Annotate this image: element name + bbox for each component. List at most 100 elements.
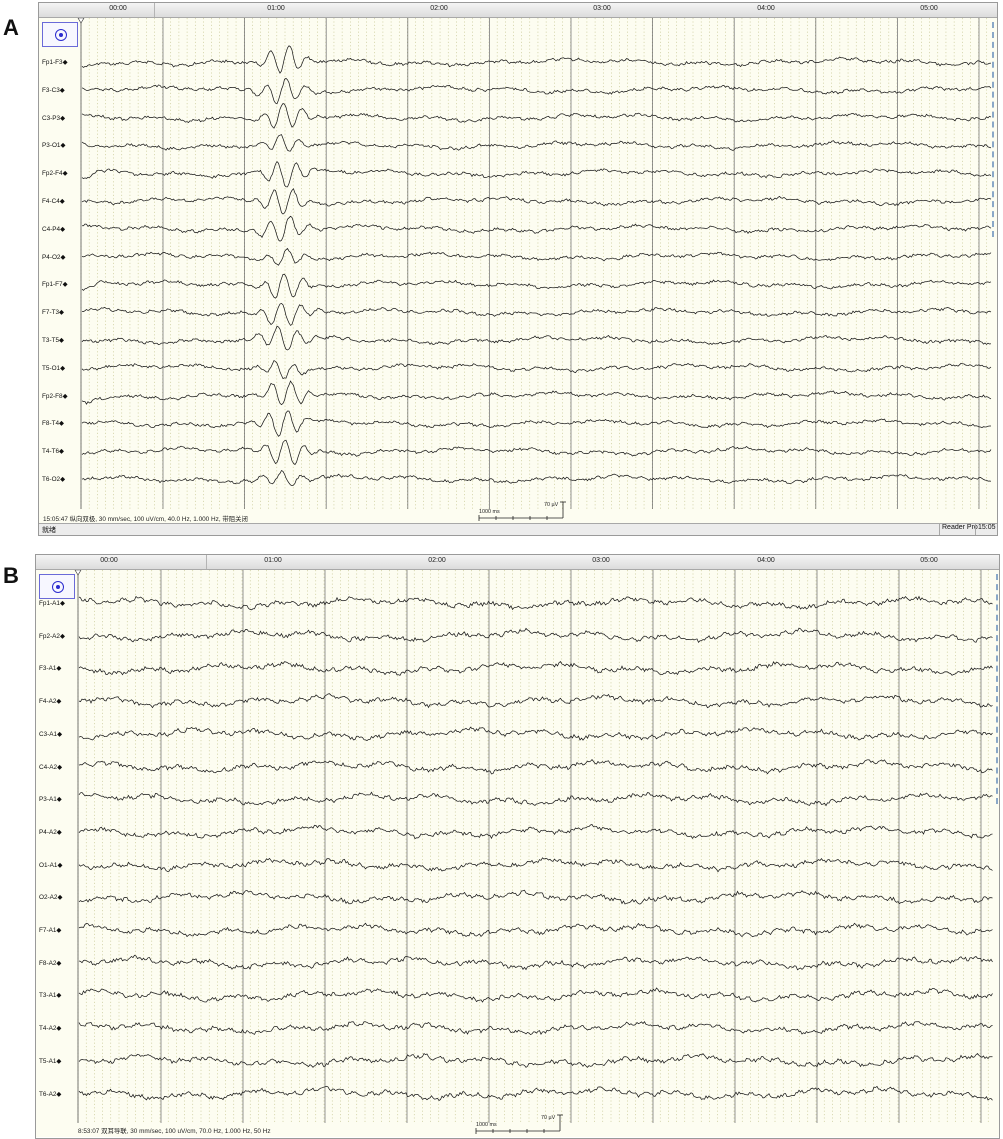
eeg-trace <box>78 1085 993 1102</box>
eeg-traces <box>74 570 993 1123</box>
channel-label[interactable]: P3-A1◆ <box>39 795 62 803</box>
channel-label[interactable]: Fp2-F4◆ <box>42 169 68 177</box>
time-tick: 01:00 <box>264 557 282 564</box>
channel-label[interactable]: F4-A2◆ <box>39 697 61 705</box>
channel-label[interactable]: F3-C3◆ <box>42 86 65 94</box>
panel-label-a: A <box>3 15 19 40</box>
time-tick: 05:00 <box>920 5 938 12</box>
time-ruler[interactable]: 00:00 01:00 02:00 03:00 04:00 05:00 <box>39 3 997 18</box>
trace-area[interactable]: Fp1-F3◆ F3-C3◆ C3-P3◆ P3-O1◆ Fp2-F4◆ F4-C4◆ C4… <box>39 18 997 523</box>
eeg-trace <box>82 215 992 242</box>
triangle-marker-icon <box>74 570 82 576</box>
time-tick: 00:00 <box>100 557 118 564</box>
eeg-trace <box>81 45 992 74</box>
eeg-trace <box>81 247 992 266</box>
grid-lines <box>80 18 988 509</box>
scale-time-label: 1000 ms <box>479 509 500 515</box>
channel-label[interactable]: T5-A1◆ <box>39 1057 61 1065</box>
time-tick: 04:00 <box>757 5 775 12</box>
display-settings-button[interactable] <box>42 22 78 47</box>
channel-label[interactable]: Fp1-F3◆ <box>42 58 68 66</box>
eeg-trace <box>78 759 993 775</box>
channel-label[interactable]: C4-A2◆ <box>39 763 62 771</box>
channel-label[interactable]: T5-O1◆ <box>42 364 65 372</box>
time-tick: 05:00 <box>920 557 938 564</box>
channel-label[interactable]: T4-A2◆ <box>39 1024 61 1032</box>
status-reader: Reader Pro <box>939 524 978 535</box>
status-clock: 15:05 <box>975 524 996 535</box>
channel-label[interactable]: C3-A1◆ <box>39 730 62 738</box>
channel-label[interactable]: Fp1-F7◆ <box>42 280 68 288</box>
channel-label[interactable]: F7-A1◆ <box>39 926 61 934</box>
scale-amplitude-label: 70 µV <box>544 502 559 508</box>
status-text: 就绪 <box>42 527 56 534</box>
eeg-trace <box>81 380 992 406</box>
eeg-viewer-a: 00:00 01:00 02:00 03:00 04:00 05:00 Fp1-… <box>38 2 998 536</box>
grid-lines <box>77 570 989 1123</box>
channel-label[interactable]: Fp2-F8◆ <box>42 392 68 400</box>
panel-label-b: B <box>3 563 19 588</box>
channel-label[interactable]: F4-C4◆ <box>42 197 65 205</box>
eeg-trace <box>81 160 992 188</box>
eeg-trace <box>81 103 992 129</box>
time-ruler[interactable]: 00:00 01:00 02:00 03:00 04:00 05:00 <box>36 555 999 570</box>
channel-label[interactable]: Fp2-A2◆ <box>39 632 65 640</box>
eeg-trace <box>78 922 993 938</box>
time-tick: 04:00 <box>757 557 775 564</box>
channel-label[interactable]: T3-A1◆ <box>39 991 61 999</box>
channel-label[interactable]: T4-T6◆ <box>42 447 64 455</box>
triangle-marker-icon <box>77 18 85 24</box>
time-tick: 01:00 <box>267 5 285 12</box>
channel-label[interactable]: P3-O1◆ <box>42 141 65 149</box>
eeg-trace <box>81 188 992 215</box>
channel-label[interactable]: F8-A2◆ <box>39 959 61 967</box>
eeg-trace <box>78 693 993 709</box>
channel-label[interactable]: T6-A2◆ <box>39 1090 61 1098</box>
channel-label[interactable]: F7-T3◆ <box>42 308 64 316</box>
channel-label[interactable]: Fp1-A1◆ <box>39 599 65 607</box>
channel-label[interactable]: P4-O2◆ <box>42 253 65 261</box>
eeg-trace <box>81 410 991 437</box>
channel-label[interactable]: O1-A1◆ <box>39 861 62 869</box>
eeg-trace <box>81 439 992 466</box>
recording-info: 15:05:47 纵向双极, 30 mm/sec, 100 uV/cm, 40.… <box>43 516 248 523</box>
scale-amplitude-label: 70 µV <box>541 1115 556 1121</box>
eeg-trace <box>81 134 992 152</box>
eeg-trace <box>78 791 993 807</box>
eeg-traces <box>77 18 992 509</box>
channel-label[interactable]: C3-P3◆ <box>42 114 65 122</box>
channel-label[interactable]: C4-P4◆ <box>42 225 65 233</box>
trace-area[interactable]: Fp1-A1◆ Fp2-A2◆ F3-A1◆ F4-A2◆ C3-A1◆ C4-A2◆ P3… <box>36 570 999 1137</box>
time-tick: 02:00 <box>428 557 446 564</box>
channel-label[interactable]: P4-A2◆ <box>39 828 62 836</box>
channel-label[interactable]: F3-A1◆ <box>39 664 61 672</box>
eeg-trace <box>78 954 993 971</box>
eeg-trace <box>81 302 992 326</box>
channel-label[interactable]: F8-T4◆ <box>42 419 64 427</box>
eeg-trace <box>81 359 992 380</box>
scale-time-label: 1000 ms <box>476 1122 497 1128</box>
target-icon <box>55 29 67 41</box>
display-settings-button[interactable] <box>39 574 75 599</box>
eeg-trace <box>78 857 993 873</box>
channel-label[interactable]: T3-T5◆ <box>42 336 64 344</box>
page-marker <box>996 574 998 804</box>
eeg-trace <box>78 1052 993 1068</box>
eeg-trace <box>78 1021 993 1036</box>
eeg-trace <box>78 627 993 643</box>
eeg-trace <box>78 595 993 611</box>
time-tick: 00:00 <box>109 5 127 12</box>
page-marker <box>992 22 994 237</box>
status-bar: 就绪 Reader Pro 15:05 <box>39 523 997 535</box>
time-tick: 02:00 <box>430 5 448 12</box>
eeg-trace <box>78 987 993 1003</box>
channel-label[interactable]: T6-O2◆ <box>42 475 65 483</box>
channel-label[interactable]: O2-A2◆ <box>39 893 62 901</box>
eeg-trace <box>81 273 992 299</box>
eeg-trace <box>81 325 992 351</box>
target-icon <box>52 581 64 593</box>
eeg-trace <box>78 824 993 840</box>
eeg-trace <box>78 889 993 905</box>
time-tick: 03:00 <box>593 5 611 12</box>
eeg-viewer-b: 00:00 01:00 02:00 03:00 04:00 05:00 Fp1-… <box>35 554 1000 1139</box>
